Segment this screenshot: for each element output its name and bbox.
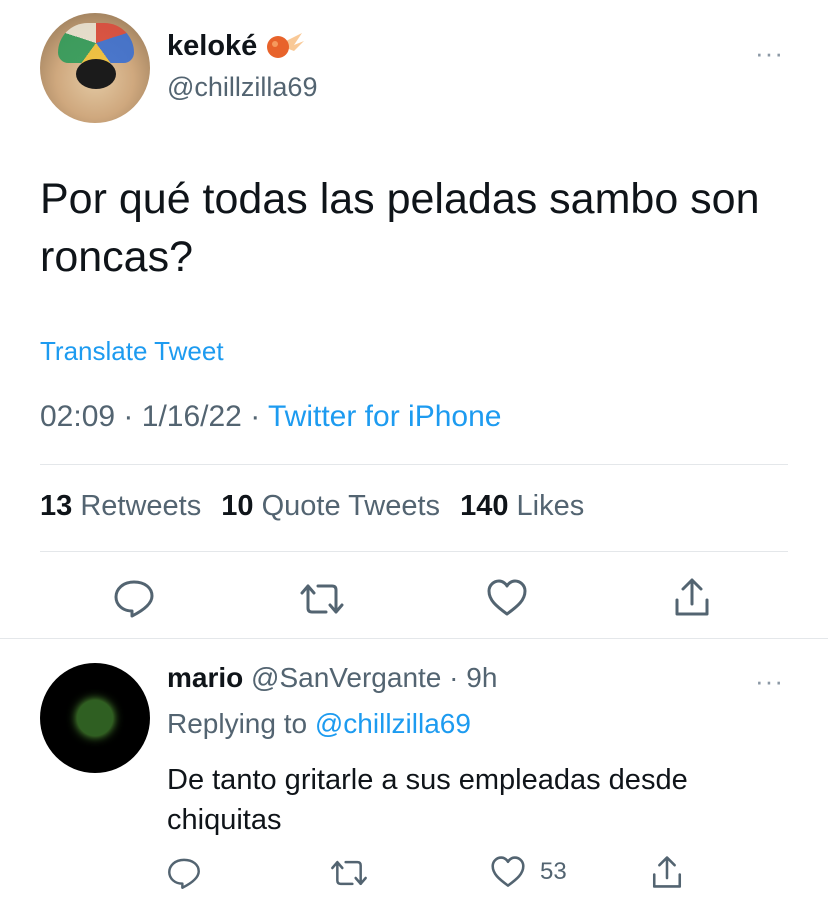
tweet-source-link[interactable]: Twitter for iPhone (268, 400, 501, 433)
retweets-stat[interactable]: 13 Retweets (40, 490, 209, 522)
author-name[interactable]: keloké (167, 30, 257, 62)
more-options-icon[interactable]: ··· (755, 40, 784, 66)
reply-age: 9h (466, 662, 498, 693)
tweet-stats: 13 Retweets 10 Quote Tweets 140 Likes (40, 490, 584, 523)
retweet-icon[interactable] (298, 580, 346, 618)
more-options-icon[interactable]: ··· (755, 668, 784, 694)
translate-tweet-link[interactable]: Translate Tweet (40, 336, 224, 367)
tweet-text: Por qué todas las peladas sambo son ronc… (40, 175, 760, 281)
share-icon[interactable] (672, 576, 712, 618)
reply-like[interactable]: 53 (490, 855, 567, 889)
author-handle[interactable]: @chillzilla69 (167, 72, 317, 103)
divider (0, 638, 828, 639)
separator-dot: · (123, 400, 134, 433)
reply-text: De tanto gritarle a sus empleadas desde … (167, 764, 688, 836)
retweets-count: 13 (40, 490, 73, 522)
reply-like-count: 53 (540, 858, 567, 885)
likes-label: Likes (516, 490, 585, 522)
like-icon[interactable] (486, 578, 528, 618)
retweets-label: Retweets (80, 490, 202, 522)
separator-dot: · (449, 662, 459, 693)
replying-to-handle[interactable]: @chillzilla69 (315, 708, 471, 739)
quotes-stat[interactable]: 10 Quote Tweets (221, 490, 448, 522)
glow-badge-icon (77, 700, 113, 736)
divider (40, 464, 788, 465)
replying-to: Replying to @chillzilla69 (167, 708, 471, 740)
avatar-mask (76, 59, 116, 89)
reply-header: mario @SanVergante · 9h (167, 662, 497, 694)
reply-author-name[interactable]: mario (167, 662, 243, 693)
likes-count: 140 (460, 490, 509, 522)
likes-stat[interactable]: 140 Likes (460, 490, 584, 522)
share-icon[interactable] (650, 854, 684, 890)
comet-icon (264, 31, 304, 66)
retweet-icon[interactable] (329, 857, 369, 889)
avatar[interactable] (40, 13, 150, 123)
author-name-row: keloké (167, 30, 304, 66)
reply-icon[interactable] (112, 578, 156, 618)
reply-author-handle[interactable]: @SanVergante (251, 662, 441, 693)
reply-avatar[interactable] (40, 663, 150, 773)
reply-icon[interactable] (166, 856, 202, 890)
replying-to-label: Replying to (167, 708, 308, 739)
separator-dot: · (250, 400, 261, 433)
divider (40, 551, 788, 552)
quotes-count: 10 (221, 490, 254, 522)
tweet-time: 02:09 (40, 400, 116, 433)
tweet-date: 1/16/22 (141, 400, 242, 433)
tweet-metadata: 02:09 · 1/16/22 · Twitter for iPhone (40, 400, 501, 434)
quotes-label: Quote Tweets (261, 490, 441, 522)
avatar-hat (58, 23, 134, 63)
like-icon[interactable] (490, 855, 526, 889)
